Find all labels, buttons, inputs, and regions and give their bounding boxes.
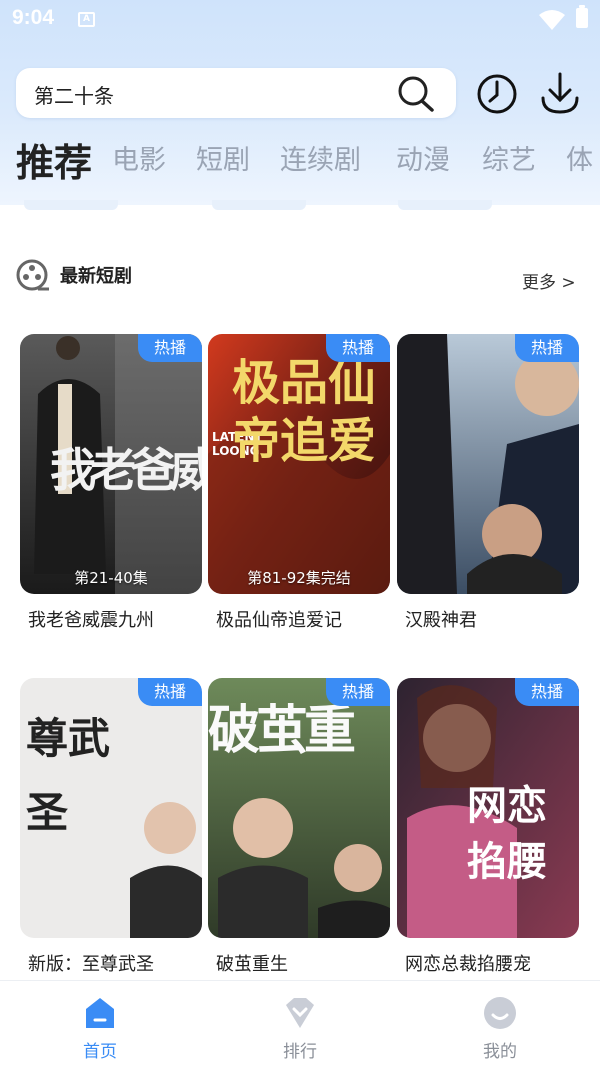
card-title[interactable]: 新版：至尊武圣 (20, 950, 202, 976)
status-bar: 9:04 A (0, 0, 600, 40)
status-time: 9:04 (12, 6, 55, 29)
card-title[interactable]: 汉殿神君 (397, 606, 579, 632)
tab-movies[interactable]: 电影 (112, 138, 166, 177)
nav-profile[interactable]: 我的 (460, 995, 540, 1062)
poster[interactable]: 热播 (397, 334, 579, 594)
poster[interactable]: LATENT LOONG 极品仙帝追爱 热播 第81-92集完结 (208, 334, 390, 594)
hot-badge: 热播 (515, 678, 579, 706)
hot-badge: 热播 (326, 678, 390, 706)
card-title[interactable]: 极品仙帝追爱记 (208, 606, 390, 632)
film-reel-icon (16, 259, 49, 291)
category-tabs: 推荐 电影 短剧 连续剧 动漫 综艺 体 (0, 130, 600, 186)
card-title[interactable]: 破茧重生 (208, 950, 390, 976)
drama-card[interactable]: 网恋掐腰 热播 网恋总裁掐腰宠 (397, 678, 579, 976)
card-title[interactable]: 网恋总裁掐腰宠 (397, 950, 579, 976)
poster-title-art: 尊武圣 (26, 714, 111, 837)
section-title: 最新短剧 (60, 266, 132, 287)
poster-title-art: 我老爸威震 (50, 443, 202, 497)
nav-home[interactable]: 首页 (60, 995, 140, 1062)
tab-sports[interactable]: 体 (566, 138, 593, 177)
search-icon[interactable] (394, 73, 438, 113)
nav-ranking[interactable]: 排行 (260, 995, 340, 1062)
nav-home-label: 首页 (83, 1042, 117, 1062)
drama-card[interactable]: 尊武圣 热播 新版：至尊武圣 (20, 678, 202, 976)
card-title[interactable]: 我老爸威震九州 (20, 606, 202, 632)
poster[interactable]: 网恋掐腰 热播 (397, 678, 579, 938)
search-query: 第二十条 (34, 84, 114, 108)
tab-short-drama[interactable]: 短剧 (196, 138, 250, 177)
tab-variety[interactable]: 综艺 (482, 138, 536, 177)
profile-icon (484, 997, 516, 1029)
nav-ranking-label: 排行 (283, 1042, 317, 1062)
nav-profile-label: 我的 (483, 1042, 517, 1062)
bottom-navigation: 首页 排行 我的 (0, 980, 600, 1073)
previous-row-remnant (212, 200, 306, 210)
previous-row-remnant (398, 200, 492, 210)
poster-title-art: 网恋掐腰 (467, 782, 547, 885)
home-icon (86, 998, 114, 1028)
notification-icon: A (78, 12, 95, 27)
episode-label: 第21-40集 (74, 569, 148, 587)
tab-recommended[interactable]: 推荐 (16, 132, 92, 186)
search-input[interactable]: 第二十条 (16, 68, 456, 118)
drama-card[interactable]: LATENT LOONG 极品仙帝追爱 热播 第81-92集完结 极品仙帝追爱记 (208, 334, 390, 632)
poster[interactable]: 破茧重 热播 (208, 678, 390, 938)
battery-icon (576, 5, 588, 28)
hot-badge: 热播 (138, 678, 202, 706)
drama-card[interactable]: 我老爸威震 热播 第21-40集 我老爸威震九州 (20, 334, 202, 632)
poster-title-art: 极品仙帝追爱 (232, 355, 377, 469)
drama-card[interactable]: 热播 汉殿神君 (397, 334, 579, 632)
hot-badge: 热播 (138, 334, 202, 362)
wifi-icon (539, 10, 565, 30)
more-link[interactable]: 更多 > (522, 268, 576, 293)
history-clock-icon[interactable] (475, 72, 519, 116)
tab-series[interactable]: 连续剧 (280, 138, 361, 177)
download-icon[interactable] (538, 70, 582, 116)
poster[interactable]: 尊武圣 热播 (20, 678, 202, 938)
tab-anime[interactable]: 动漫 (396, 138, 450, 177)
hot-badge: 热播 (326, 334, 390, 362)
episode-label: 第81-92集完结 (247, 569, 351, 587)
hot-badge: 热播 (515, 334, 579, 362)
previous-row-remnant (24, 200, 118, 210)
poster-image (397, 334, 579, 594)
ranking-icon (286, 998, 314, 1028)
drama-card[interactable]: 破茧重 热播 破茧重生 (208, 678, 390, 976)
poster[interactable]: 我老爸威震 热播 第21-40集 (20, 334, 202, 594)
